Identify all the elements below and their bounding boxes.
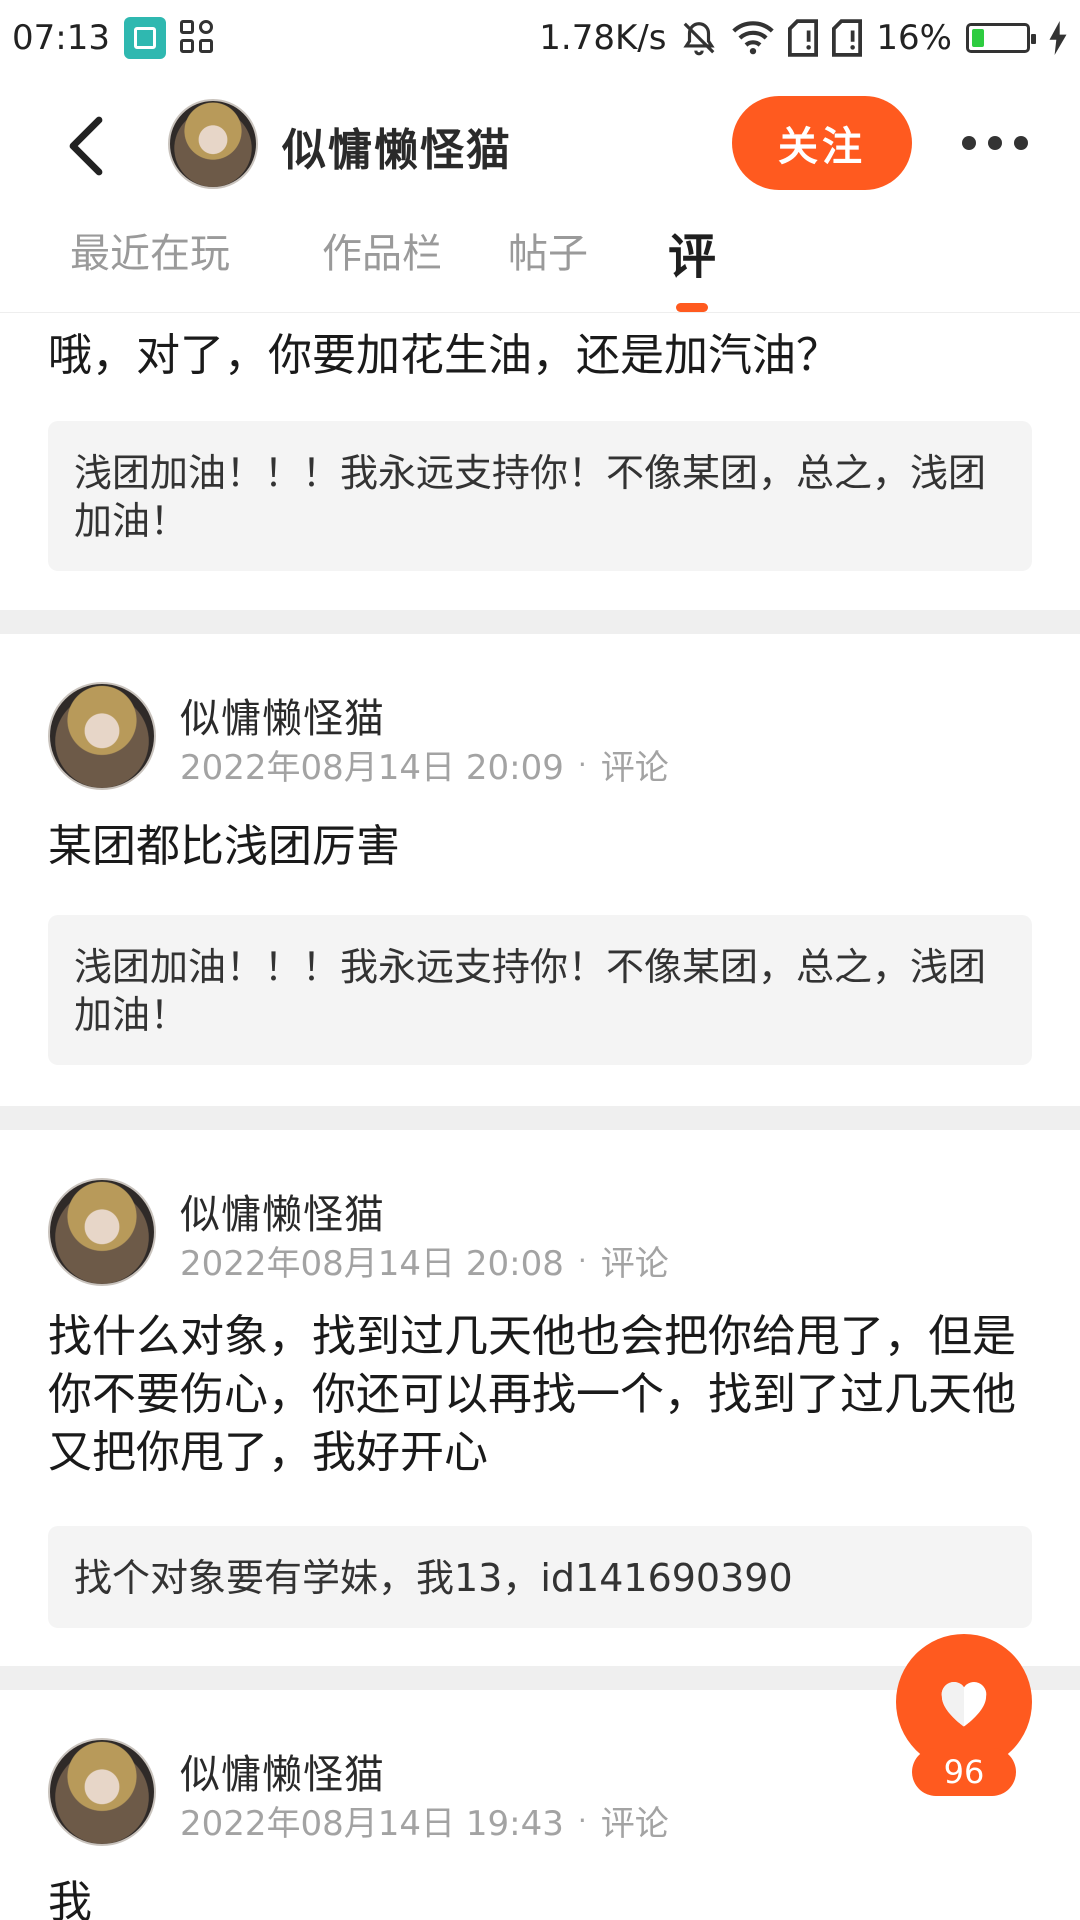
tab-active-indicator <box>676 303 708 312</box>
profile-header: 似慵懒怪猫 关注 <box>0 76 1080 211</box>
tab-recently-played[interactable]: 最近在玩 <box>70 221 230 279</box>
meta-separator: · <box>577 1244 587 1277</box>
net-speed: 1.78K/s <box>539 18 667 58</box>
quoted-post[interactable]: 浅团加油！！！我永远支持你！不像某团，总之，浅团加油！ <box>48 915 1032 1065</box>
comment-time: 2022年08月14日 19:43 <box>180 1804 564 1844</box>
comment-meta: 2022年08月14日 20:08 · 评论 <box>180 1236 669 1285</box>
tab-comments[interactable]: 评 <box>668 217 716 287</box>
comment-type: 评论 <box>600 748 669 788</box>
comment-time: 2022年08月14日 20:09 <box>180 748 564 788</box>
comment-type: 评论 <box>600 1804 669 1844</box>
follow-button[interactable]: 关注 <box>732 96 912 190</box>
heart-icon <box>941 1682 987 1727</box>
status-bar: 07:13 1.78K/s 16% <box>0 0 1080 76</box>
quoted-post[interactable]: 浅团加油！！！我永远支持你！不像某团，总之，浅团加油！ <box>48 421 1032 571</box>
comment-text: 某团都比浅团厉害 <box>48 821 400 872</box>
comment-text: 哦，对了，你要加花生油，还是加汽油？ <box>48 330 840 381</box>
back-icon[interactable] <box>62 116 112 176</box>
battery-icon <box>966 23 1036 53</box>
card-divider <box>0 610 1080 634</box>
battery-percent: 16% <box>876 18 952 58</box>
comment-author[interactable]: 似慵懒怪猫 <box>180 1742 385 1800</box>
comment-avatar[interactable] <box>48 1738 156 1846</box>
tab-works[interactable]: 作品栏 <box>322 221 442 279</box>
meta-separator: · <box>577 1804 587 1837</box>
screen-capture-icon <box>123 17 166 59</box>
charging-icon <box>1049 21 1067 55</box>
wifi-icon <box>732 21 775 55</box>
sim1-icon <box>788 19 819 57</box>
quoted-post[interactable]: 找个对象要有学妹，我13，id141690390 <box>48 1526 1032 1628</box>
comment-time: 2022年08月14日 20:08 <box>180 1244 564 1284</box>
meta-separator: · <box>577 748 587 781</box>
comment-text: 我 <box>48 1877 92 1920</box>
bell-muted-icon <box>683 22 716 56</box>
sim2-icon <box>832 19 863 57</box>
comment-meta: 2022年08月14日 20:09 · 评论 <box>180 740 669 789</box>
profile-tabs: 最近在玩 作品栏 帖子 评 <box>0 211 1080 313</box>
like-count[interactable]: 96 <box>912 1748 1016 1796</box>
more-icon[interactable] <box>962 131 1028 155</box>
page-title: 似慵懒怪猫 <box>282 125 512 176</box>
comment-meta: 2022年08月14日 19:43 · 评论 <box>180 1796 669 1845</box>
comment-avatar[interactable] <box>48 682 156 790</box>
status-time: 07:13 <box>12 18 110 58</box>
comment-author[interactable]: 似慵懒怪猫 <box>180 1182 385 1240</box>
comment-text: 找什么对象，找到过几天他也会把你给甩了，但是你不要伤心，你还可以再找一个，找到了… <box>48 1311 1016 1478</box>
tab-posts[interactable]: 帖子 <box>508 221 588 279</box>
header-avatar[interactable] <box>168 99 258 189</box>
apps-grid-icon <box>179 20 216 56</box>
comment-author[interactable]: 似慵懒怪猫 <box>180 686 385 744</box>
comment-type: 评论 <box>600 1244 669 1284</box>
card-divider <box>0 1106 1080 1130</box>
comment-avatar[interactable] <box>48 1178 156 1286</box>
